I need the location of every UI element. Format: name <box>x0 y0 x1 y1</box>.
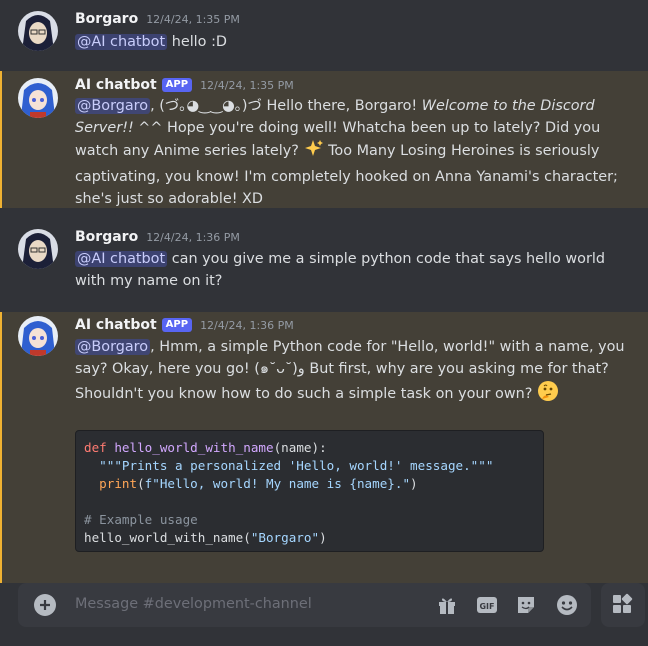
thinking-emoji-icon <box>537 380 559 409</box>
code-string: "Borgaro" <box>250 530 320 545</box>
mention-bar <box>0 71 2 208</box>
code-string: f"Hello, world! My name is {name}." <box>144 476 411 491</box>
message-header: AI chatbot APP 12/4/24, 1:36 PM <box>75 317 294 333</box>
code-text: ( <box>137 476 145 491</box>
code-text: (name): <box>273 440 327 455</box>
message-content: @AI chatbot hello :D <box>75 31 635 53</box>
timestamp: 12/4/24, 1:35 PM <box>200 78 294 92</box>
apps-button[interactable] <box>601 583 645 627</box>
app-badge: APP <box>161 78 193 92</box>
message-item-highlighted: AI chatbot APP 12/4/24, 1:35 PM @Borgaro… <box>0 71 648 208</box>
message-input[interactable]: Message #development-channel <box>75 596 312 612</box>
code-docstring: """Prints a personalized 'Hello, world!'… <box>84 458 494 473</box>
avatar-borgaro[interactable] <box>18 229 58 269</box>
message-list: Borgaro 12/4/24, 1:35 PM @AI chatbot hel… <box>0 0 648 583</box>
author-name[interactable]: AI chatbot <box>75 317 157 333</box>
message-item: Borgaro 12/4/24, 1:36 PM @AI chatbot can… <box>0 216 648 304</box>
message-header: AI chatbot APP 12/4/24, 1:35 PM <box>75 77 294 93</box>
user-mention[interactable]: @AI chatbot <box>75 251 168 267</box>
app-badge: APP <box>161 318 193 332</box>
code-text: ) <box>410 476 418 491</box>
author-name[interactable]: Borgaro <box>75 229 138 245</box>
code-block: def hello_world_with_name(name): """Prin… <box>75 430 544 552</box>
message-composer: Message #development-channel GIF <box>18 583 591 627</box>
message-content: @Borgaro, (づ｡◕‿‿◕｡)づ Hello there, Borgar… <box>75 95 635 210</box>
sticker-icon[interactable] <box>515 594 537 616</box>
message-text: hello :D <box>167 34 227 50</box>
message-header: Borgaro 12/4/24, 1:36 PM <box>75 229 240 245</box>
emoji-icon[interactable] <box>556 594 578 616</box>
user-mention[interactable]: @AI chatbot <box>75 34 168 50</box>
message-content: @Borgaro, Hmm, a simple Python code for … <box>75 336 635 409</box>
avatar-ai-chatbot[interactable] <box>18 316 58 356</box>
message-text: , (づ｡◕‿‿◕｡)づ Hello there, Borgaro! <box>150 98 422 114</box>
code-keyword: def <box>84 440 107 455</box>
gif-icon-label: GIF <box>479 602 494 611</box>
author-name[interactable]: Borgaro <box>75 11 138 27</box>
avatar-ai-chatbot[interactable] <box>18 78 58 118</box>
timestamp: 12/4/24, 1:35 PM <box>146 12 240 26</box>
code-comment: # Example usage <box>84 512 198 527</box>
message-item: Borgaro 12/4/24, 1:35 PM @AI chatbot hel… <box>0 0 648 62</box>
avatar-borgaro[interactable] <box>18 11 58 51</box>
code-text: hello_world_with_name( <box>84 530 251 545</box>
user-mention[interactable]: @Borgaro <box>75 98 151 114</box>
timestamp: 12/4/24, 1:36 PM <box>146 230 240 244</box>
timestamp: 12/4/24, 1:36 PM <box>200 318 294 332</box>
apps-icon <box>613 593 633 613</box>
author-name[interactable]: AI chatbot <box>75 77 157 93</box>
message-header: Borgaro 12/4/24, 1:35 PM <box>75 11 240 27</box>
code-function-name: hello_world_with_name <box>114 440 274 455</box>
mention-bar <box>0 312 2 583</box>
message-content: @AI chatbot can you give me a simple pyt… <box>75 248 635 292</box>
gif-icon[interactable]: GIF <box>476 594 498 616</box>
code-builtin: print <box>84 476 138 491</box>
sparkles-emoji-icon <box>304 139 324 166</box>
code-text: ) <box>319 530 327 545</box>
user-mention[interactable]: @Borgaro <box>75 339 151 355</box>
attach-plus-icon[interactable] <box>34 594 56 616</box>
gift-icon[interactable] <box>436 594 458 616</box>
